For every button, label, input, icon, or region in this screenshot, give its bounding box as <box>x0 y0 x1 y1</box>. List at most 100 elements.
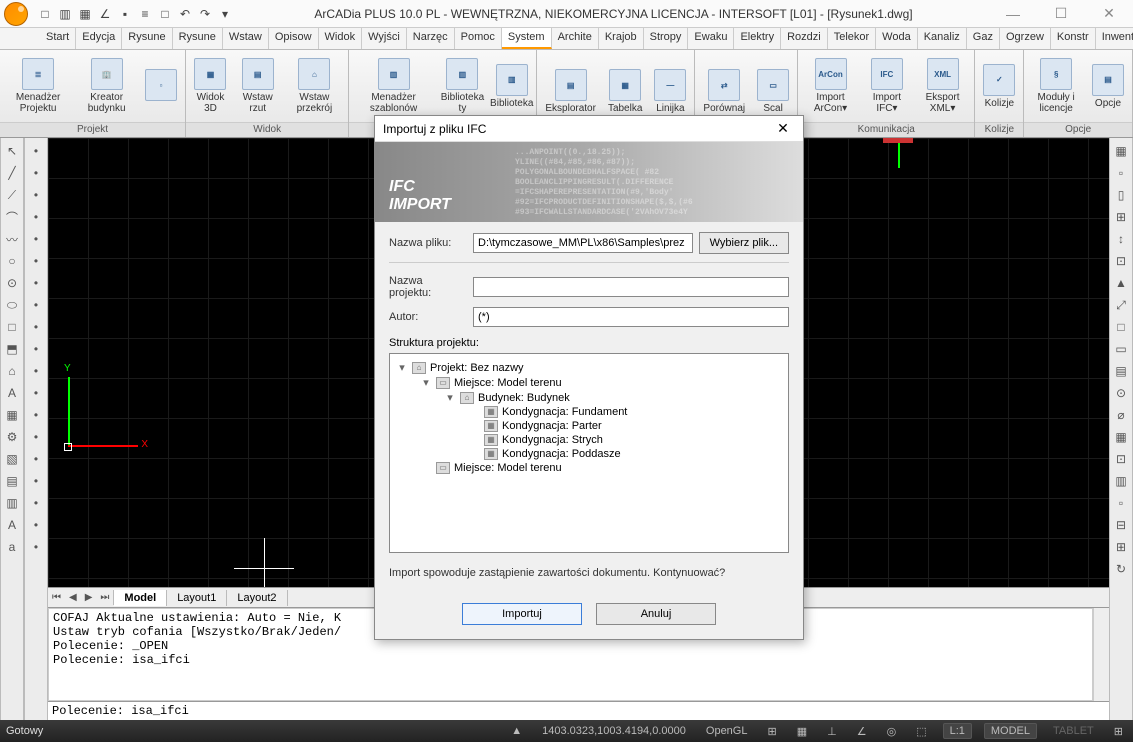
left2-tool-9[interactable]: • <box>27 340 45 358</box>
left-tool-10[interactable]: ⌂ <box>3 362 21 380</box>
qat-button-8[interactable]: ↷ <box>196 5 214 23</box>
ribbon-button[interactable]: ▥Biblioteka <box>491 62 532 111</box>
ribbon-button[interactable]: §Moduły i licencje <box>1028 56 1084 116</box>
qat-button-9[interactable]: ▾ <box>216 5 234 23</box>
file-path-input[interactable] <box>473 233 693 253</box>
right-tool-18[interactable]: ⊞ <box>1112 538 1130 556</box>
right-tool-9[interactable]: ▭ <box>1112 340 1130 358</box>
tree-node[interactable]: ▦Kondygnacja: Strych <box>396 433 782 447</box>
qat-button-0[interactable]: □ <box>36 5 54 23</box>
ribbon-tab-rozdzi[interactable]: Rozdzi <box>781 28 828 49</box>
tree-node[interactable]: ▦Kondygnacja: Fundament <box>396 405 782 419</box>
ribbon-tab-wstaw[interactable]: Wstaw <box>223 28 269 49</box>
left2-tool-4[interactable]: • <box>27 230 45 248</box>
project-name-input[interactable] <box>473 277 789 297</box>
left-tool-18[interactable]: a <box>3 538 21 556</box>
right-tool-15[interactable]: ▥ <box>1112 472 1130 490</box>
right-tool-7[interactable]: ⤢ <box>1112 296 1130 314</box>
tree-node[interactable]: ▦Kondygnacja: Poddasze <box>396 447 782 461</box>
ribbon-button[interactable]: ▦Tabelka <box>604 67 646 116</box>
project-structure-tree[interactable]: ▾⌂Projekt: Bez nazwy▾▭Miejsce: Model ter… <box>389 353 789 553</box>
ribbon-tab-archite[interactable]: Archite <box>552 28 599 49</box>
left2-tool-18[interactable]: • <box>27 538 45 556</box>
tree-expander-icon[interactable]: ▾ <box>396 361 408 374</box>
ribbon-tab-kanaliz[interactable]: Kanaliz <box>918 28 967 49</box>
layout-tab-layout1[interactable]: Layout1 <box>167 590 227 606</box>
right-tool-5[interactable]: ⊡ <box>1112 252 1130 270</box>
ribbon-button[interactable]: ▤Opcje <box>1088 62 1128 111</box>
left2-tool-15[interactable]: • <box>27 472 45 490</box>
status-snap-icon[interactable]: ⊞ <box>763 725 780 738</box>
left-tool-3[interactable]: ⌒ <box>3 208 21 226</box>
left-tool-15[interactable]: ▤ <box>3 472 21 490</box>
status-ortho-icon[interactable]: ⊥ <box>823 725 841 738</box>
ribbon-button[interactable]: ⇄Porównaj <box>699 67 749 116</box>
qat-button-6[interactable]: □ <box>156 5 174 23</box>
right-tool-16[interactable]: ▫ <box>1112 494 1130 512</box>
left-tool-7[interactable]: ⬭ <box>3 296 21 314</box>
tree-node[interactable]: ▦Kondygnacja: Parter <box>396 419 782 433</box>
left2-tool-7[interactable]: • <box>27 296 45 314</box>
left-tool-5[interactable]: ○ <box>3 252 21 270</box>
ribbon-tab-gaz[interactable]: Gaz <box>967 28 1000 49</box>
left-tool-13[interactable]: ⚙ <box>3 428 21 446</box>
left2-tool-14[interactable]: • <box>27 450 45 468</box>
ribbon-tab-rysune[interactable]: Rysune <box>122 28 172 49</box>
ribbon-button[interactable]: ▤Wstaw rzut <box>235 56 281 116</box>
status-grid-icon[interactable]: ▦ <box>793 725 811 738</box>
left2-tool-17[interactable]: • <box>27 516 45 534</box>
left-tool-16[interactable]: ▥ <box>3 494 21 512</box>
layout-tab-model[interactable]: Model <box>114 590 167 606</box>
ribbon-button[interactable]: ▫ <box>141 67 181 105</box>
right-tool-17[interactable]: ⊟ <box>1112 516 1130 534</box>
right-tool-10[interactable]: ▤ <box>1112 362 1130 380</box>
right-tool-0[interactable]: ▦ <box>1112 142 1130 160</box>
layout-nav-2[interactable]: ▶ <box>81 590 97 605</box>
right-tool-1[interactable]: ▫ <box>1112 164 1130 182</box>
import-button[interactable]: Importuj <box>462 603 582 625</box>
layout-nav-3[interactable]: ⏭ <box>96 590 113 605</box>
layout-nav-0[interactable]: ⏮ <box>48 590 65 605</box>
ribbon-tab-stropy[interactable]: Stropy <box>644 28 689 49</box>
ribbon-tab-telekor[interactable]: Telekor <box>828 28 876 49</box>
ribbon-tab-opisow[interactable]: Opisow <box>269 28 319 49</box>
ribbon-button[interactable]: ≣Menadżer Projektu <box>4 56 72 116</box>
right-tool-13[interactable]: ▦ <box>1112 428 1130 446</box>
ribbon-button[interactable]: ⌂Wstaw przekrój <box>284 56 344 116</box>
ribbon-button[interactable]: —Linijka <box>650 67 690 116</box>
qat-button-4[interactable]: ▪ <box>116 5 134 23</box>
ribbon-button[interactable]: ArConImport ArCon▾ <box>802 56 859 116</box>
qat-button-1[interactable]: ▥ <box>56 5 74 23</box>
ribbon-button[interactable]: ▭Scal <box>753 67 793 116</box>
ribbon-tab-ogrzew[interactable]: Ogrzew <box>1000 28 1051 49</box>
status-more-icon[interactable]: ⊞ <box>1110 725 1127 738</box>
status-tool-icon[interactable]: ▲ <box>507 725 526 737</box>
left-tool-9[interactable]: ⬒ <box>3 340 21 358</box>
left2-tool-1[interactable]: • <box>27 164 45 182</box>
ribbon-button[interactable]: ▤Eksplorator <box>541 67 600 116</box>
ribbon-button[interactable]: ▥Biblioteka ty <box>438 56 487 116</box>
right-tool-4[interactable]: ↕ <box>1112 230 1130 248</box>
ribbon-tab-wyjści[interactable]: Wyjści <box>362 28 407 49</box>
left2-tool-11[interactable]: • <box>27 384 45 402</box>
ribbon-tab-edycja[interactable]: Edycja <box>76 28 122 49</box>
status-extra[interactable]: L:1 <box>943 723 972 739</box>
status-osnap-icon[interactable]: ◎ <box>883 725 901 738</box>
qat-button-7[interactable]: ↶ <box>176 5 194 23</box>
right-tool-2[interactable]: ▯ <box>1112 186 1130 204</box>
left-tool-4[interactable]: 〰 <box>3 230 21 248</box>
left2-tool-5[interactable]: • <box>27 252 45 270</box>
layout-tab-layout2[interactable]: Layout2 <box>227 590 287 606</box>
qat-button-3[interactable]: ∠ <box>96 5 114 23</box>
left2-tool-0[interactable]: • <box>27 142 45 160</box>
ribbon-button[interactable]: IFCImport IFC▾ <box>863 56 911 116</box>
left-tool-14[interactable]: ▧ <box>3 450 21 468</box>
scrollbar[interactable] <box>1093 608 1109 701</box>
right-tool-8[interactable]: □ <box>1112 318 1130 336</box>
browse-button[interactable]: Wybierz plik... <box>699 232 789 254</box>
right-tool-19[interactable]: ↻ <box>1112 560 1130 578</box>
ribbon-tab-start[interactable]: Start <box>40 28 76 49</box>
qat-button-5[interactable]: ≡ <box>136 5 154 23</box>
tree-node[interactable]: ▾▭Miejsce: Model terenu <box>396 375 782 390</box>
ribbon-tab-ewaku[interactable]: Ewaku <box>688 28 734 49</box>
